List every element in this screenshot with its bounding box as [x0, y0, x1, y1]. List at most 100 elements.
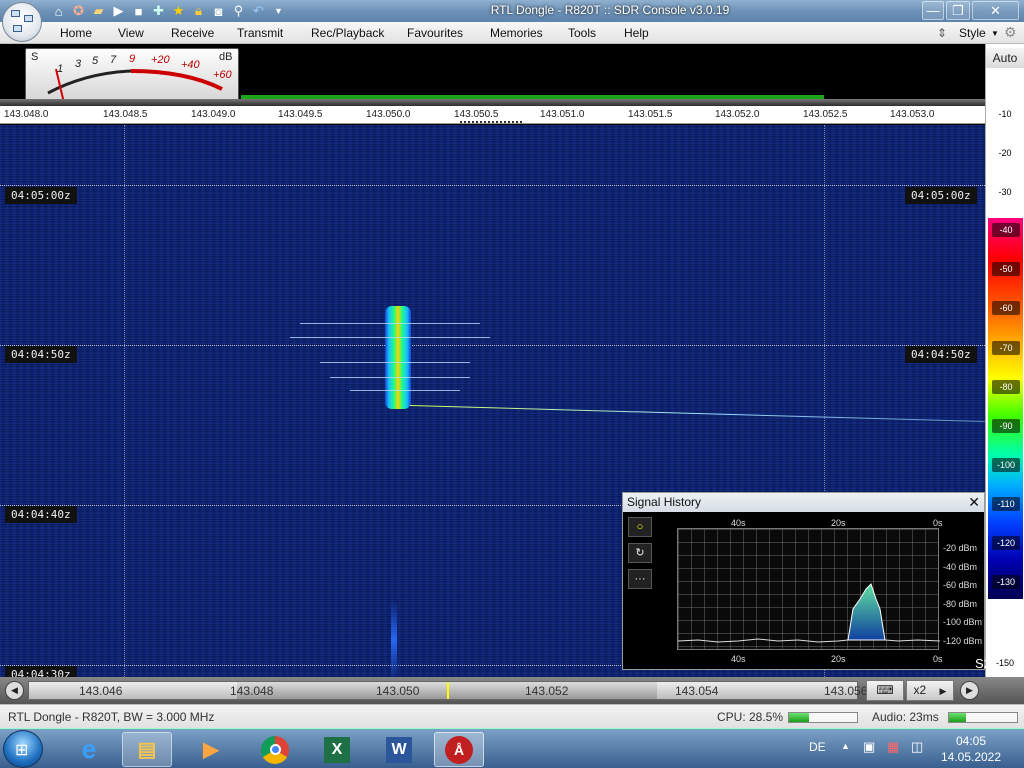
time-label-left: 04:04:50z — [5, 346, 77, 363]
orb-square-icon — [24, 15, 33, 22]
band-freq: 143.054 — [675, 684, 719, 698]
menu-transmit[interactable]: Transmit — [237, 26, 283, 40]
lifebuoy-icon[interactable]: ✪ — [70, 3, 87, 20]
add-icon[interactable]: ✚ — [150, 3, 167, 20]
network-icon[interactable]: ▦ — [887, 739, 899, 755]
dbm-label: -100 dBm — [943, 617, 983, 627]
word-icon[interactable]: W — [374, 732, 424, 767]
home-icon[interactable]: ⌂ — [50, 3, 67, 20]
menu-view[interactable]: View — [118, 26, 144, 40]
gear-icon[interactable]: ⚙ — [1004, 24, 1017, 41]
menu-rec-playback[interactable]: Rec/Playback — [311, 26, 384, 40]
band-slider[interactable]: 143.046 143.048 143.050 143.052 143.054 … — [28, 681, 867, 700]
frequency-ruler[interactable]: 143.048.0 143.048.5 143.049.0 143.049.5 … — [0, 106, 985, 124]
play-icon[interactable]: ▶ — [110, 3, 127, 20]
menu-tools[interactable]: Tools — [568, 26, 596, 40]
start-button[interactable]: ⊞ — [3, 730, 43, 768]
audio-meter — [948, 712, 1018, 723]
device-icon[interactable]: ▣ — [863, 739, 875, 755]
maximize-button[interactable]: ❐ — [946, 1, 970, 20]
auto-scale-button[interactable]: Auto — [986, 48, 1024, 68]
menu-help[interactable]: Help — [624, 26, 649, 40]
signal-trace — [385, 306, 411, 409]
excel-icon[interactable]: X — [312, 732, 362, 767]
signal-streak — [330, 377, 470, 378]
undo-icon[interactable]: ↶ — [250, 3, 267, 20]
time-label-right: 04:05:00z — [905, 187, 977, 204]
chrome-icon[interactable] — [250, 732, 300, 767]
db-label: -130 — [992, 575, 1020, 589]
dbm-label: -60 dBm — [943, 580, 978, 590]
lock-icon[interactable]: 🔒︎ — [190, 3, 207, 20]
chevron-down-icon[interactable]: ▼ — [270, 3, 287, 20]
smeter-arc — [47, 68, 223, 103]
ruler-tick: 143.050.5 — [454, 109, 499, 120]
tuning-marker[interactable] — [460, 121, 522, 123]
chevron-up-icon[interactable]: ▲ — [841, 741, 850, 751]
scroll-right-button[interactable]: ▶ — [960, 681, 979, 700]
band-freq: 143.048 — [230, 684, 274, 698]
db-label: -50 — [992, 262, 1020, 276]
ribbon-menu-bar: Home View Receive Transmit Rec/Playback … — [0, 22, 1024, 44]
time-tick: 0s — [933, 518, 943, 528]
menu-favourites[interactable]: Favourites — [407, 26, 463, 40]
cpu-status: CPU: 28.5% — [717, 710, 784, 724]
menu-style[interactable]: Style — [959, 26, 986, 40]
time-tick: 0s — [933, 654, 943, 664]
camera-icon[interactable]: ◙ — [210, 3, 227, 20]
s-reading: S2 — [975, 656, 991, 671]
band-bar: ◀ 143.046 143.048 143.050 143.052 143.05… — [0, 677, 1024, 704]
reset-button[interactable]: ↻ — [628, 543, 652, 563]
minimize-button[interactable]: — — [922, 1, 944, 20]
stop-icon[interactable]: ■ — [130, 3, 147, 20]
chevron-right-icon: ▶ — [939, 686, 947, 696]
speaker-icon[interactable]: ◫ — [911, 739, 923, 755]
sdr-console-taskbar-icon[interactable]: Å — [434, 732, 484, 767]
window-title: RTL Dongle - R820T :: SDR Console v3.0.1… — [490, 3, 730, 17]
scroll-left-button[interactable]: ◀ — [5, 681, 24, 700]
db-label: -150 — [995, 658, 1014, 668]
more-button[interactable]: ··· — [628, 569, 652, 589]
chevron-down-icon[interactable]: ▼ — [991, 29, 999, 38]
status-bar: RTL Dongle - R820T, BW = 3.000 MHz CPU: … — [0, 704, 1024, 728]
system-clock[interactable]: 04:05 14.05.2022 — [932, 733, 1010, 765]
db-label: -70 — [992, 341, 1020, 355]
file-explorer-icon[interactable]: ▤ — [122, 732, 172, 767]
keyboard-button[interactable]: ⌨ — [866, 680, 904, 701]
time-label-left: 04:04:40z — [5, 506, 77, 523]
cpu-meter — [788, 712, 858, 723]
internet-explorer-icon[interactable]: e — [64, 732, 114, 767]
close-icon[interactable]: ✕ — [968, 493, 980, 512]
db-label: -40 — [992, 223, 1020, 237]
star-icon[interactable]: ★ — [170, 3, 187, 20]
close-button[interactable]: ✕ — [972, 1, 1019, 20]
audio-meter-fill — [949, 713, 966, 722]
folder-icon[interactable]: ▰ — [90, 3, 107, 20]
dbm-label: -120 dBm — [943, 636, 983, 646]
style-arrows-icon[interactable]: ⇕ — [937, 26, 947, 40]
band-freq: 143.056 — [824, 684, 868, 698]
dbm-label: -80 dBm — [943, 599, 978, 609]
tuning-cursor[interactable] — [447, 682, 449, 699]
orb-square-icon — [11, 10, 20, 17]
language-indicator[interactable]: DE — [809, 740, 826, 754]
record-button[interactable]: ○ — [628, 517, 652, 537]
app-menu-orb[interactable] — [2, 2, 42, 42]
zoom-button[interactable]: x2 ▶ — [906, 680, 954, 701]
signal-history-header[interactable]: Signal History ✕ — [623, 493, 984, 512]
time-tick: 40s — [731, 518, 746, 528]
color-gradient-bar[interactable]: -40 -50 -60 -70 -80 -90 -100 -110 -120 -… — [988, 218, 1023, 599]
signal-history-plot: S2 — [677, 528, 991, 671]
menu-memories[interactable]: Memories — [490, 26, 543, 40]
signal-streak — [300, 323, 480, 324]
time-tick: 40s — [731, 654, 746, 664]
windows-taskbar: ⊞ e ▤ ▶ X W Å DE ▲ ▣ ▦ ◫ 04:05 14.05.202… — [0, 728, 1024, 768]
ruler-tick: 143.051.5 — [628, 109, 673, 120]
grid-line — [124, 125, 125, 677]
menu-home[interactable]: Home — [60, 26, 92, 40]
band-freq: 143.046 — [79, 684, 123, 698]
pin-icon[interactable]: ⚲ — [230, 3, 247, 20]
ruler-tick: 143.052.0 — [715, 109, 760, 120]
media-player-icon[interactable]: ▶ — [186, 732, 236, 767]
menu-receive[interactable]: Receive — [171, 26, 214, 40]
